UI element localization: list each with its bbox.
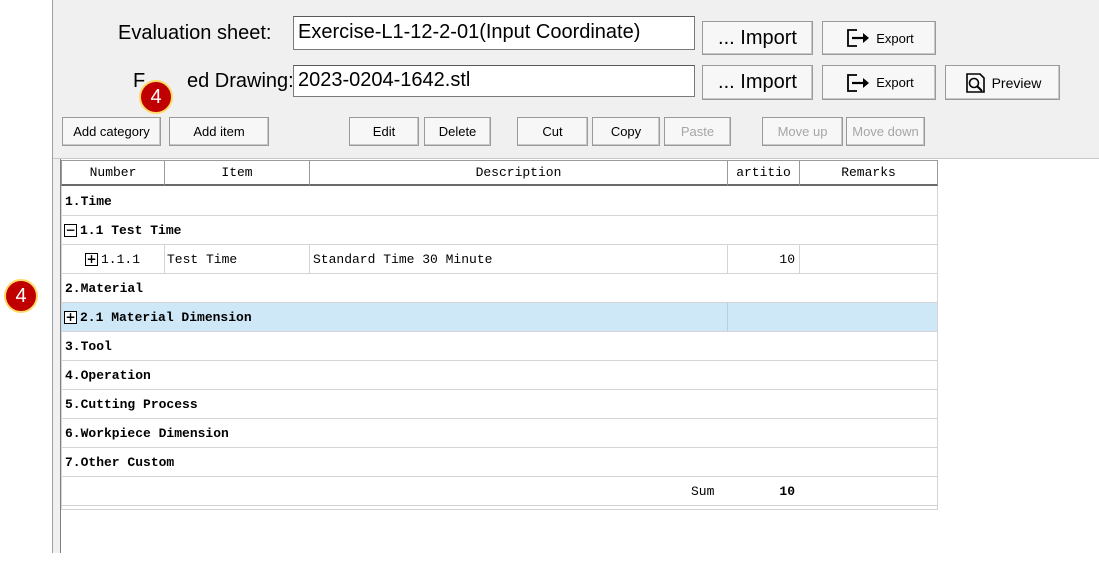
row-number: 1.1.1 <box>101 251 141 267</box>
row-number: 2.Material <box>65 280 144 296</box>
copy-button[interactable]: Copy <box>592 117 660 146</box>
cut-button[interactable]: Cut <box>517 117 588 146</box>
sum-label: Sum <box>691 483 715 499</box>
row-item: Test Time <box>167 251 238 267</box>
evaluation-import-button[interactable]: ... Import <box>702 21 813 55</box>
table-row[interactable]: 2.Material <box>61 274 938 303</box>
drawing-field[interactable]: 2023-0204-1642.stl <box>293 65 695 97</box>
collapse-icon[interactable]: − <box>64 223 77 237</box>
column-header-description[interactable]: Description <box>309 160 728 186</box>
column-header-partition[interactable]: artitio <box>727 160 800 186</box>
grid-header: Number Item Description artitio Remarks <box>61 160 938 186</box>
preview-icon <box>965 72 985 93</box>
panel-border <box>52 0 53 553</box>
table-row[interactable]: 4.Operation <box>61 361 938 390</box>
row-number: 7.Other Custom <box>65 454 175 470</box>
sum-value: 10 <box>779 483 795 499</box>
annotation-badge-top: 4 <box>139 80 173 114</box>
row-description: Standard Time 30 Minute <box>313 251 493 267</box>
drawing-label: ed Drawing: <box>187 70 294 92</box>
move-down-button[interactable]: Move down <box>846 117 925 146</box>
export-label: Export <box>876 30 914 46</box>
export-icon <box>847 29 870 47</box>
move-up-button[interactable]: Move up <box>762 117 843 146</box>
paste-button[interactable]: Paste <box>664 117 731 146</box>
preview-label: Preview <box>991 74 1042 91</box>
expand-icon[interactable]: + <box>64 310 77 324</box>
evaluation-sheet-field[interactable]: Exercise-L1-12-2-01(Input Coordinate) <box>293 16 695 50</box>
evaluation-sheet-label: Evaluation sheet: <box>118 22 272 44</box>
table-row[interactable]: 3.Tool <box>61 332 938 361</box>
table-row[interactable]: + 1.1.1 Test Time Standard Time 30 Minut… <box>61 245 938 274</box>
edit-button[interactable]: Edit <box>349 117 419 146</box>
table-row[interactable]: − 1.1 Test Time <box>61 216 938 245</box>
sum-row: Sum 10 <box>61 477 938 506</box>
row-number: 3.Tool <box>65 338 112 354</box>
export-icon <box>847 73 870 92</box>
table-row[interactable]: 5.Cutting Process <box>61 390 938 419</box>
table-row[interactable]: 1.Time <box>61 187 938 216</box>
drawing-import-button[interactable]: ... Import <box>702 65 813 100</box>
row-number: 2.1 Material Dimension <box>80 309 252 325</box>
row-number: 6.Workpiece Dimension <box>65 425 229 441</box>
table-row[interactable]: 7.Other Custom <box>61 448 938 477</box>
preview-button[interactable]: Preview <box>945 65 1060 100</box>
column-header-remarks[interactable]: Remarks <box>799 160 938 186</box>
row-partition: 10 <box>779 251 795 267</box>
export-label: Export <box>876 75 914 90</box>
row-number: 1.1 Test Time <box>80 222 182 238</box>
row-number: 1.Time <box>65 193 112 209</box>
expand-icon[interactable]: + <box>85 252 98 266</box>
annotation-badge-left: 4 <box>4 279 38 313</box>
table-row[interactable]: 6.Workpiece Dimension <box>61 419 938 448</box>
drawing-export-button[interactable]: Export <box>822 65 936 100</box>
add-item-button[interactable]: Add item <box>169 117 269 146</box>
column-header-number[interactable]: Number <box>61 160 165 186</box>
add-category-button[interactable]: Add category <box>62 117 161 146</box>
delete-button[interactable]: Delete <box>424 117 491 146</box>
row-number: 5.Cutting Process <box>65 396 198 412</box>
table-row-selected[interactable]: + 2.1 Material Dimension <box>61 303 938 332</box>
row-number: 4.Operation <box>65 367 151 383</box>
evaluation-export-button[interactable]: Export <box>822 21 936 55</box>
column-header-item[interactable]: Item <box>164 160 310 186</box>
